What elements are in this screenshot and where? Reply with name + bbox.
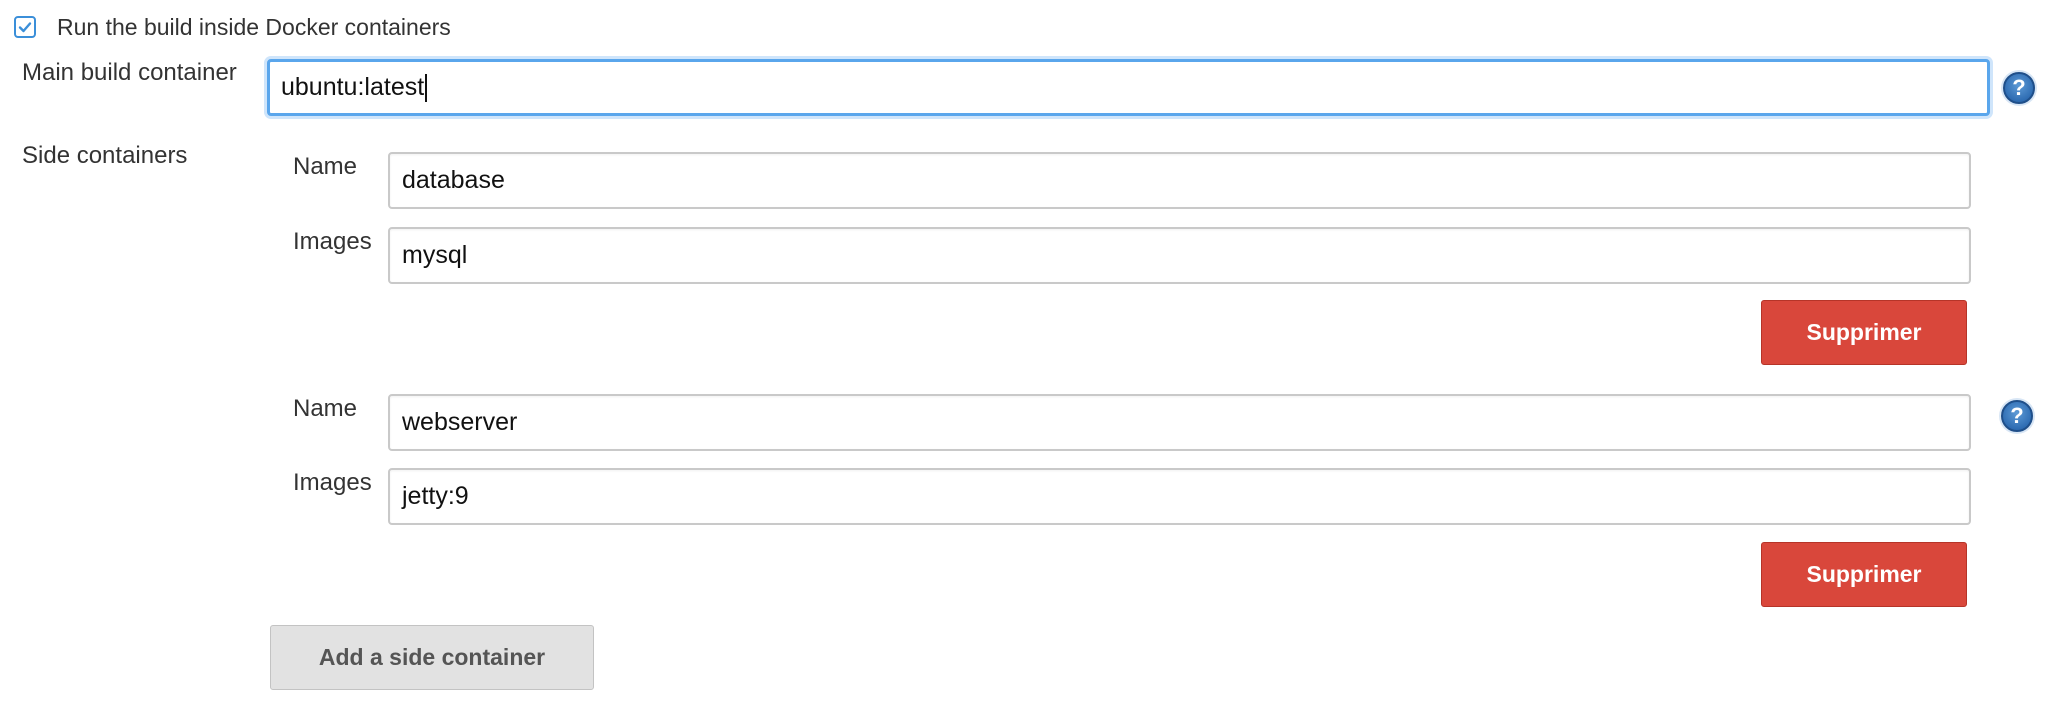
side-container-1-name-input[interactable]: database xyxy=(388,152,1971,209)
help-icon-glyph: ? xyxy=(2010,403,2024,428)
main-build-container-input[interactable]: ubuntu:latest xyxy=(267,59,1990,116)
checkmark-icon xyxy=(18,22,32,33)
side-container-1-delete-button[interactable]: Supprimer xyxy=(1761,300,1967,365)
main-build-container-label: Main build container xyxy=(22,59,237,86)
side-container-1-delete-label: Supprimer xyxy=(1806,319,1922,345)
side-container-2-name-value: webserver xyxy=(402,408,518,436)
side-containers-label: Side containers xyxy=(22,142,188,169)
add-side-container-label: Add a side container xyxy=(318,644,546,670)
side-container-1-images-input[interactable]: mysql xyxy=(388,227,1971,284)
run-in-docker-label: Run the build inside Docker containers xyxy=(57,14,451,40)
help-icon-glyph: ? xyxy=(2012,75,2026,100)
side-container-1-images-value: mysql xyxy=(402,241,468,269)
add-side-container-button[interactable]: Add a side container xyxy=(270,625,594,690)
main-container-help-icon[interactable]: ? xyxy=(2003,72,2035,104)
run-in-docker-checkbox[interactable] xyxy=(14,16,36,38)
side-container-1-name-label: Name xyxy=(293,153,358,180)
side-container-2-name-label: Name xyxy=(293,395,358,422)
side-container-2-images-value: jetty:9 xyxy=(402,482,469,510)
side-container-2-delete-button[interactable]: Supprimer xyxy=(1761,542,1967,607)
side-container-1-name-value: database xyxy=(402,166,505,194)
side-container-2-images-label: Images xyxy=(293,469,372,496)
side-containers-help-icon[interactable]: ? xyxy=(2001,400,2033,432)
text-caret xyxy=(425,73,428,102)
main-build-container-value: ubuntu:latest xyxy=(281,73,425,101)
side-container-2-delete-label: Supprimer xyxy=(1806,561,1922,587)
side-container-2-name-input[interactable]: webserver xyxy=(388,394,1971,451)
side-container-1-images-label: Images xyxy=(293,228,372,255)
side-container-2-images-input[interactable]: jetty:9 xyxy=(388,468,1971,525)
